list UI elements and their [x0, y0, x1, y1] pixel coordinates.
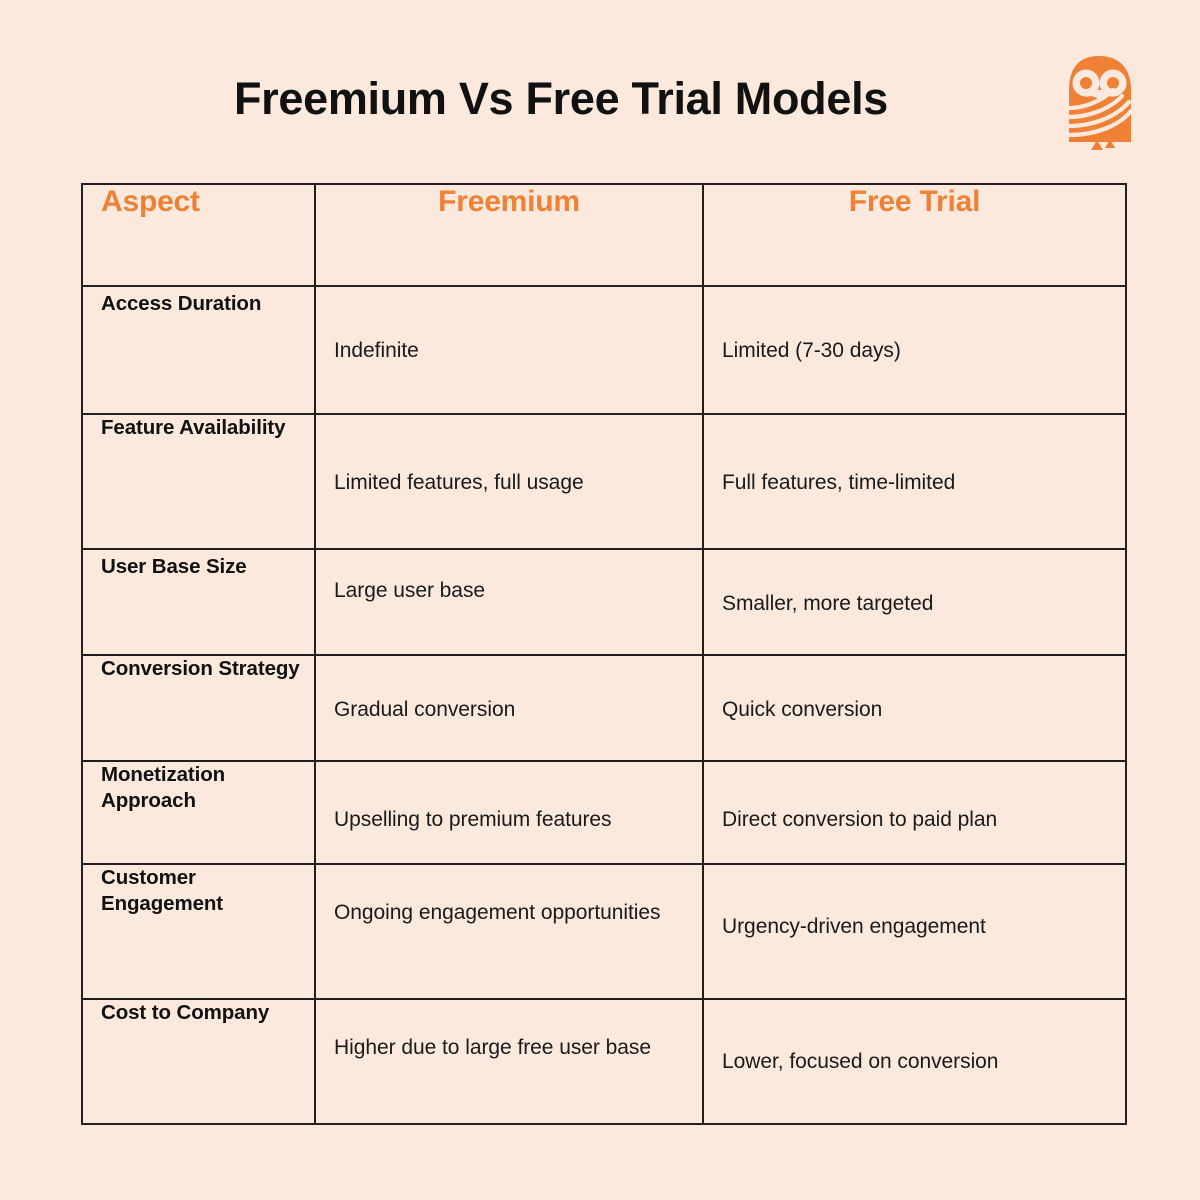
row-aspect-label: Access Duration [81, 285, 316, 415]
column-header-aspect: Aspect [81, 183, 316, 287]
owl-logo-icon [1061, 56, 1137, 150]
row-aspect-label: Monetization Approach [81, 760, 316, 865]
page-title: Freemium Vs Free Trial Models [233, 73, 889, 124]
row-aspect-label: Feature Availability [81, 413, 316, 550]
column-header-free-trial-label: Free Trial [848, 185, 981, 218]
row-free-trial-value: Quick conversion [702, 654, 1127, 762]
row-freemium-value: Limited features, full usage [314, 413, 704, 550]
row-free-trial-value: Urgency-driven engagement [702, 863, 1127, 1000]
row-free-trial-value: Direct conversion to paid plan [702, 760, 1127, 865]
table-row: Conversion Strategy Gradual conversion Q… [81, 654, 1127, 762]
column-header-aspect-label: Aspect [101, 185, 200, 218]
column-header-freemium-label: Freemium [438, 185, 580, 218]
row-free-trial-value: Smaller, more targeted [702, 548, 1127, 656]
column-header-free-trial: Free Trial [702, 183, 1127, 287]
row-free-trial-value: Limited (7-30 days) [702, 285, 1127, 415]
row-aspect-label: Cost to Company [81, 998, 316, 1125]
table-row: Cost to Company Higher due to large free… [81, 998, 1127, 1125]
row-freemium-value: Upselling to premium features [314, 760, 704, 865]
table-row: Monetization Approach Upselling to premi… [81, 760, 1127, 865]
row-aspect-label: Customer Engagement [81, 863, 316, 1000]
row-freemium-value: Ongoing engagement opportunities [314, 863, 704, 1000]
header: Freemium Vs Free Trial Models [0, 0, 1200, 183]
table-row: User Base Size Large user base Smaller, … [81, 548, 1127, 656]
table-header-row: Aspect Freemium Free Trial [81, 183, 1127, 287]
row-freemium-value: Gradual conversion [314, 654, 704, 762]
row-aspect-label: User Base Size [81, 548, 316, 656]
row-freemium-value: Large user base [314, 548, 704, 656]
row-freemium-value: Indefinite [314, 285, 704, 415]
table-row: Customer Engagement Ongoing engagement o… [81, 863, 1127, 1000]
row-free-trial-value: Lower, focused on conversion [702, 998, 1127, 1125]
column-header-freemium: Freemium [314, 183, 704, 287]
table-row: Feature Availability Limited features, f… [81, 413, 1127, 550]
table-row: Access Duration Indefinite Limited (7-30… [81, 285, 1127, 415]
row-aspect-label: Conversion Strategy [81, 654, 316, 762]
row-freemium-value: Higher due to large free user base [314, 998, 704, 1125]
row-free-trial-value: Full features, time-limited [702, 413, 1127, 550]
comparison-table: Aspect Freemium Free Trial Access Durati… [81, 183, 1127, 1125]
infographic-page: Freemium Vs Free Trial Models Aspect Fre… [0, 0, 1200, 1200]
